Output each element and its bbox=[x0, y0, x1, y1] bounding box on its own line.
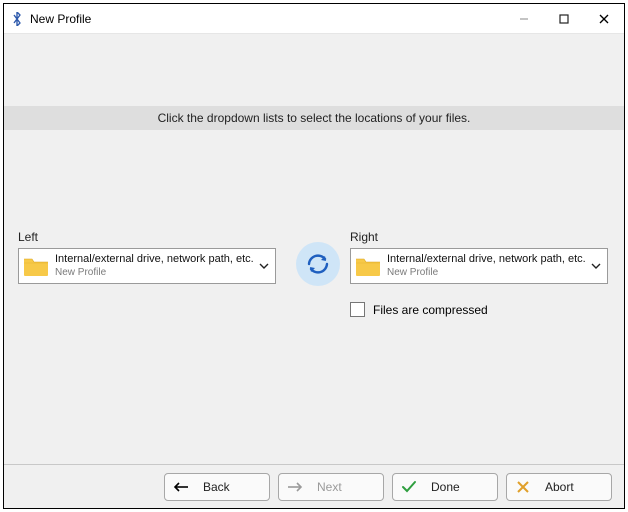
content-area: Click the dropdown lists to select the l… bbox=[4, 34, 624, 464]
done-label: Done bbox=[431, 480, 460, 494]
left-location-text: Internal/external drive, network path, e… bbox=[55, 253, 257, 278]
check-icon bbox=[401, 480, 417, 494]
right-location-sub: New Profile bbox=[387, 267, 589, 279]
folder-icon bbox=[355, 255, 381, 277]
window-title: New Profile bbox=[30, 12, 91, 26]
titlebar: New Profile bbox=[4, 4, 624, 34]
hint-text: Click the dropdown lists to select the l… bbox=[158, 111, 471, 125]
window-controls bbox=[504, 4, 624, 33]
window-frame: New Profile Click the dropdown lists to … bbox=[3, 3, 625, 509]
back-label: Back bbox=[203, 480, 230, 494]
abort-button[interactable]: Abort bbox=[506, 473, 612, 501]
compressed-label: Files are compressed bbox=[373, 303, 488, 317]
app-icon bbox=[10, 12, 24, 26]
close-button[interactable] bbox=[584, 4, 624, 33]
chevron-down-icon bbox=[589, 261, 603, 271]
maximize-button[interactable] bbox=[544, 4, 584, 33]
next-button[interactable]: Next bbox=[278, 473, 384, 501]
arrow-left-icon bbox=[173, 481, 189, 493]
left-location-dropdown[interactable]: Internal/external drive, network path, e… bbox=[18, 248, 276, 284]
right-panel-label: Right bbox=[350, 230, 378, 244]
left-location-sub: New Profile bbox=[55, 267, 257, 279]
done-button[interactable]: Done bbox=[392, 473, 498, 501]
compressed-checkbox[interactable] bbox=[350, 302, 365, 317]
folder-icon bbox=[23, 255, 49, 277]
left-location-main: Internal/external drive, network path, e… bbox=[55, 253, 257, 266]
arrow-right-icon bbox=[287, 481, 303, 493]
right-location-dropdown[interactable]: Internal/external drive, network path, e… bbox=[350, 248, 608, 284]
hint-bar: Click the dropdown lists to select the l… bbox=[4, 106, 624, 130]
right-location-main: Internal/external drive, network path, e… bbox=[387, 253, 589, 266]
left-panel-label: Left bbox=[18, 230, 38, 244]
chevron-down-icon bbox=[257, 261, 271, 271]
sync-icon bbox=[296, 242, 340, 286]
next-label: Next bbox=[317, 480, 342, 494]
abort-label: Abort bbox=[545, 480, 574, 494]
compressed-row: Files are compressed bbox=[350, 302, 488, 317]
minimize-button[interactable] bbox=[504, 4, 544, 33]
footer: Back Next Done Abort bbox=[4, 464, 624, 508]
right-location-text: Internal/external drive, network path, e… bbox=[387, 253, 589, 278]
cross-icon bbox=[515, 480, 531, 494]
back-button[interactable]: Back bbox=[164, 473, 270, 501]
